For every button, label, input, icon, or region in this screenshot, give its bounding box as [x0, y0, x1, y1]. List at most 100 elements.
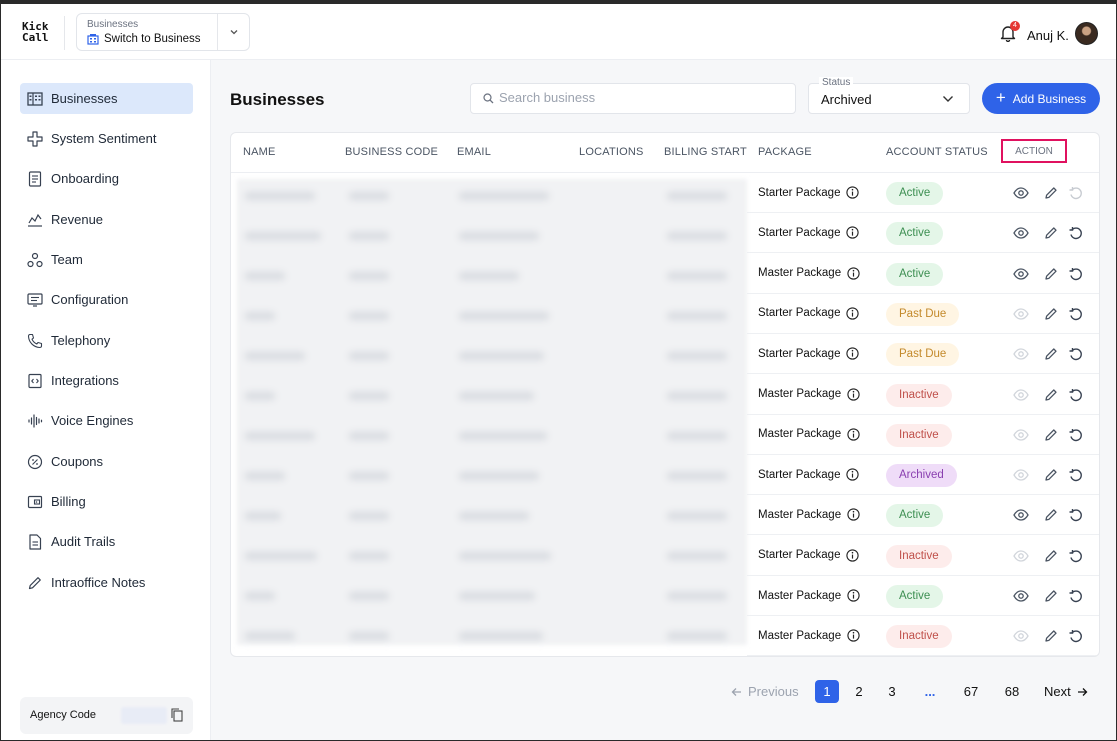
restore-icon[interactable]: [1068, 588, 1084, 604]
sidebar-item-businesses[interactable]: Businesses: [20, 83, 193, 114]
sidebar-item-label: Businesses: [51, 91, 118, 106]
restore-icon[interactable]: [1068, 427, 1084, 443]
edit-pencil-icon[interactable]: [1043, 507, 1059, 523]
table-row[interactable]: Starter Package Past Due: [747, 334, 1099, 375]
view-eye-icon[interactable]: [1013, 225, 1029, 241]
add-business-button[interactable]: + Add Business: [982, 83, 1100, 114]
page-button-1[interactable]: 1: [815, 680, 839, 703]
business-switcher[interactable]: Businesses Switch to Business: [76, 13, 250, 51]
restore-icon[interactable]: [1068, 346, 1084, 362]
next-page-button[interactable]: Next: [1044, 680, 1088, 703]
kickcall-logo[interactable]: Kick Call: [22, 21, 49, 43]
view-eye-icon[interactable]: [1013, 306, 1029, 322]
copy-icon[interactable]: [171, 708, 183, 722]
page-button-2[interactable]: 2: [847, 680, 871, 703]
restore-icon[interactable]: [1068, 266, 1084, 282]
restore-icon[interactable]: [1068, 185, 1084, 201]
restore-icon[interactable]: [1068, 628, 1084, 644]
status-select[interactable]: Status Archived: [808, 77, 970, 114]
view-eye-icon[interactable]: [1013, 507, 1029, 523]
table-row[interactable]: Starter Package Past Due: [747, 294, 1099, 334]
table-row[interactable]: Master Package Inactive: [747, 616, 1099, 656]
page-button-68[interactable]: 68: [1000, 680, 1024, 703]
sidebar-item-configuration[interactable]: Configuration: [20, 284, 193, 315]
edit-pencil-icon[interactable]: [1043, 185, 1059, 201]
table-row[interactable]: Starter Package Active: [747, 213, 1099, 254]
info-icon[interactable]: [847, 508, 860, 522]
info-icon[interactable]: [846, 468, 860, 481]
sidebar-item-billing[interactable]: Billing: [20, 486, 193, 517]
view-eye-icon[interactable]: [1013, 266, 1029, 282]
package-cell: Starter Package: [758, 347, 860, 360]
edit-pencil-icon[interactable]: [1043, 306, 1059, 322]
table-row[interactable]: Master Package Inactive: [747, 375, 1099, 415]
previous-label: Previous: [748, 684, 799, 699]
column-header-locations: LOCATIONS: [579, 146, 644, 158]
table-row[interactable]: Master Package Active: [747, 576, 1099, 616]
restore-icon[interactable]: [1068, 507, 1084, 523]
coupon-icon: [26, 453, 44, 471]
info-icon[interactable]: [847, 266, 860, 280]
avatar[interactable]: [1075, 22, 1098, 45]
edit-pencil-icon[interactable]: [1043, 225, 1059, 241]
edit-pencil-icon[interactable]: [1043, 427, 1059, 443]
status-badge: Inactive: [886, 625, 952, 649]
view-eye-icon[interactable]: [1013, 628, 1029, 644]
chevron-down-icon[interactable]: [228, 26, 240, 38]
sidebar-item-intraoffice-notes[interactable]: Intraoffice Notes: [20, 567, 193, 598]
edit-pencil-icon[interactable]: [1043, 346, 1059, 362]
page-button-67[interactable]: 67: [959, 680, 983, 703]
info-icon[interactable]: [847, 629, 860, 642]
sidebar-item-voice-engines[interactable]: Voice Engines: [20, 405, 193, 436]
info-icon[interactable]: [846, 549, 860, 562]
info-icon[interactable]: [847, 387, 860, 401]
table-row[interactable]: Starter Package Archived: [747, 455, 1099, 496]
view-eye-icon[interactable]: [1013, 467, 1029, 483]
restore-icon[interactable]: [1068, 225, 1084, 241]
restore-icon[interactable]: [1068, 306, 1084, 322]
info-icon[interactable]: [846, 307, 860, 320]
sidebar-item-system-sentiment[interactable]: System Sentiment: [20, 123, 193, 154]
info-icon[interactable]: [846, 347, 860, 360]
previous-page-button[interactable]: Previous: [731, 680, 799, 703]
page-button-3[interactable]: 3: [880, 680, 904, 703]
edit-pencil-icon[interactable]: [1043, 548, 1059, 564]
package-cell: Starter Package: [758, 226, 860, 239]
table-row[interactable]: Starter Package Inactive: [747, 536, 1099, 576]
search-input[interactable]: [499, 90, 779, 105]
view-eye-icon[interactable]: [1013, 185, 1029, 201]
user-name[interactable]: Anuj K.: [1027, 28, 1069, 43]
agency-code-value-redacted: [121, 707, 167, 724]
info-icon[interactable]: [847, 589, 860, 602]
page-ellipsis[interactable]: ...: [918, 680, 942, 703]
view-eye-icon[interactable]: [1013, 427, 1029, 443]
sidebar-item-team[interactable]: Team: [20, 244, 193, 275]
view-eye-icon[interactable]: [1013, 346, 1029, 362]
table-row[interactable]: Master Package Inactive: [747, 415, 1099, 455]
info-icon[interactable]: [847, 428, 860, 441]
restore-icon[interactable]: [1068, 387, 1084, 403]
search-box[interactable]: [470, 83, 796, 114]
edit-pencil-icon[interactable]: [1043, 266, 1059, 282]
info-icon[interactable]: [846, 226, 860, 239]
view-eye-icon[interactable]: [1013, 588, 1029, 604]
view-eye-icon[interactable]: [1013, 548, 1029, 564]
sidebar-item-coupons[interactable]: Coupons: [20, 446, 193, 477]
edit-pencil-icon[interactable]: [1043, 588, 1059, 604]
info-icon[interactable]: [846, 186, 860, 199]
wallet-icon: [26, 493, 44, 511]
restore-icon[interactable]: [1068, 548, 1084, 564]
sidebar-item-integrations[interactable]: Integrations: [20, 365, 193, 396]
sidebar-item-revenue[interactable]: Revenue: [20, 204, 193, 235]
table-row[interactable]: Starter Package Active: [747, 173, 1099, 213]
table-row[interactable]: Master Package Active: [747, 254, 1099, 294]
edit-pencil-icon[interactable]: [1043, 467, 1059, 483]
view-eye-icon[interactable]: [1013, 387, 1029, 403]
edit-pencil-icon[interactable]: [1043, 628, 1059, 644]
sidebar-item-telephony[interactable]: Telephony: [20, 325, 193, 356]
sidebar-item-onboarding[interactable]: Onboarding: [20, 163, 193, 194]
table-row[interactable]: Master Package Active: [747, 495, 1099, 536]
sidebar-item-audit-trails[interactable]: Audit Trails: [20, 526, 193, 557]
edit-pencil-icon[interactable]: [1043, 387, 1059, 403]
restore-icon[interactable]: [1068, 467, 1084, 483]
